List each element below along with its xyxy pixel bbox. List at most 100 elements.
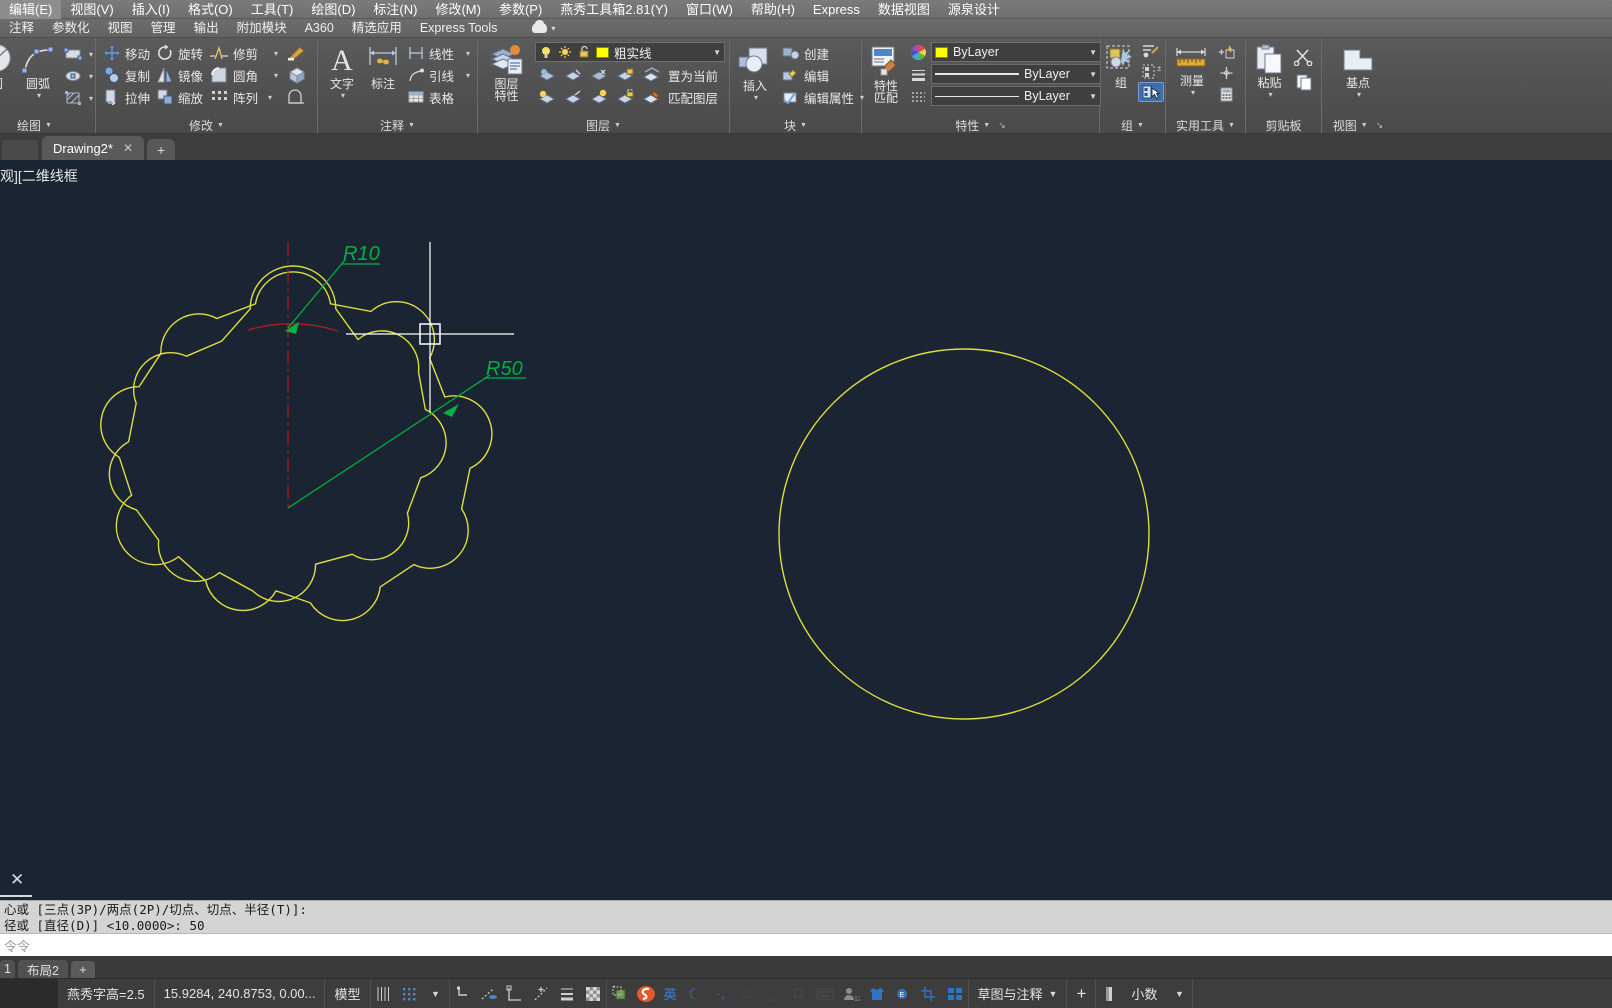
polar-tracking-icon[interactable] [476,979,502,1008]
annotation-scale-icon[interactable] [1096,979,1122,1008]
3d-array-button[interactable] [283,64,311,86]
chevron-down-icon[interactable]: ▼ [423,979,449,1008]
layer-color-swatch[interactable] [596,46,609,58]
match-layer-icon[interactable] [642,89,661,106]
ime-symbol-icon[interactable]: Ω [786,979,812,1008]
array-button[interactable]: 阵列 ▾ [206,86,281,108]
menu-data-view[interactable]: 数据视图 [869,0,939,19]
ime-punctuation-icon[interactable]: ·, [708,979,734,1008]
set-current-label[interactable]: 置为当前 [668,66,718,85]
layout-tab-model[interactable]: 1 [0,960,15,978]
edit-block-button[interactable]: 编辑 [778,64,867,86]
chevron-down-icon[interactable]: ▼ [614,122,621,129]
color-selector[interactable]: ByLayer ▼ [931,42,1101,62]
menu-express[interactable]: Express [804,0,869,19]
menu-edit[interactable]: 编辑(E) [0,0,62,19]
new-layout-button[interactable]: + [70,961,95,978]
rectangle-button[interactable]: ▾ [60,43,96,65]
object-snap-tracking-icon[interactable] [528,979,554,1008]
sogou-input-icon[interactable] [633,979,659,1008]
layer-unisolate-icon[interactable] [590,89,609,106]
panel-dialog-launcher[interactable]: ↘ [998,120,1006,131]
menu-insert[interactable]: 插入(I) [123,0,179,19]
chevron-down-icon[interactable]: ▼ [1089,70,1097,79]
point-id-button[interactable] [1214,63,1239,83]
chevron-down-icon[interactable]: ▾ [1268,90,1272,99]
color-wheel-icon[interactable] [910,44,927,61]
customize-status-bar-button[interactable]: + [1067,978,1097,1008]
layer-off-icon[interactable] [590,67,609,84]
chevron-down-icon[interactable]: ▼ [1089,92,1097,101]
text-button[interactable]: A 文字 ▾ [322,42,362,101]
drawing-canvas[interactable]: 观][二维线框 R10 R50 [0,160,1612,889]
chevron-down-icon[interactable]: ▼ [1137,122,1144,129]
close-icon[interactable]: ✕ [123,141,133,155]
chevron-down-icon[interactable]: ▾ [466,71,470,80]
ribbon-tab-featured-apps[interactable]: 精选应用 [343,19,411,38]
layer-on-icon[interactable] [539,45,553,59]
trim-button[interactable]: 修剪 ▾ [206,42,281,64]
edit-attributes-button[interactable]: 编辑属性 ▾ [778,86,867,108]
ime-crop-icon[interactable] [916,979,942,1008]
ime-language-indicator[interactable]: 英 [659,979,682,1008]
ime-apps-icon[interactable] [942,979,968,1008]
chevron-down-icon[interactable]: ▾ [274,49,278,58]
chevron-down-icon[interactable]: ▼ [217,122,224,129]
ime-keyboard-icon[interactable] [812,979,838,1008]
calculator-button[interactable] [1214,84,1239,104]
ribbon-tab-a360[interactable]: A360 [296,19,343,38]
ime-emoji-icon[interactable]: ☺ [734,979,760,1008]
chevron-down-icon[interactable]: ▼ [45,122,52,129]
circle[interactable] [778,348,1150,720]
insert-block-button[interactable]: 插入 ▾ [734,44,776,103]
move-button[interactable]: 移动 [100,42,153,64]
fillet-button[interactable]: 圆角 ▾ [206,64,281,86]
chevron-down-icon[interactable]: ▾ [37,91,41,100]
circle-button[interactable]: 圆 ▾ [0,42,16,101]
ribbon-tab-view[interactable]: 视图 [99,19,142,38]
menu-help[interactable]: 帮助(H) [742,0,804,19]
copy-clip-button[interactable] [1291,71,1317,93]
radius-dimension-r50[interactable]: R50 [287,358,526,509]
ime-moon-icon[interactable]: ☾ [682,979,708,1008]
panel-dialog-launcher[interactable]: ↘ [1376,120,1384,131]
chevron-down-icon[interactable]: ▼ [1228,122,1235,129]
group-edit-button[interactable]: ± [1138,62,1164,81]
ungroup-button[interactable] [1138,42,1164,61]
chevron-down-icon[interactable]: ▼ [1361,122,1368,129]
layer-unlock-icon[interactable] [577,45,591,59]
ribbon-tab-annotate[interactable]: 注释 [0,19,43,38]
match-properties-button[interactable]: 特性 匹配 [866,44,906,105]
selection-cycling-icon[interactable] [607,979,633,1008]
layer-isolate-icon[interactable] [538,67,557,84]
chevron-down-icon[interactable]: ▼ [983,122,990,129]
units-indicator[interactable]: 小数 [1122,979,1166,1008]
create-block-button[interactable]: 创建 [778,42,867,64]
file-tab-drawing2[interactable]: Drawing2* ✕ [42,136,145,160]
autodesk-cloud-button[interactable]: ▾ [532,20,555,33]
stretch-button[interactable]: 拉伸 [100,86,153,108]
layout-tab-layout2[interactable]: 布局2 [17,960,68,978]
chevron-down-icon[interactable]: ▾ [466,49,470,58]
ribbon-tab-express-tools[interactable]: Express Tools [411,19,507,38]
ellipse-button[interactable]: ▾ [60,65,96,87]
ortho-mode-icon[interactable] [450,979,476,1008]
chevron-down-icon[interactable]: ▼ [408,122,415,129]
ime-skin-icon[interactable] [864,979,890,1008]
arc-button[interactable]: 圆弧 ▾ [18,42,58,101]
group-selection-toggle[interactable] [1138,82,1164,102]
paste-button[interactable]: 粘贴 ▾ [1250,43,1289,100]
layer-thaw-icon[interactable] [558,45,572,59]
group-button[interactable]: 组 [1104,43,1138,91]
linear-dimension-button[interactable]: 线性 ▾ [404,42,473,64]
chevron-down-icon[interactable]: ▾ [89,72,93,81]
explode-or-brush-button[interactable] [283,42,311,64]
layer-selector[interactable]: 粗实线 ▼ [535,42,725,62]
radius-dimension-r10[interactable]: R10 [285,243,380,334]
linetype-icon[interactable] [910,88,927,105]
menu-tools[interactable]: 工具(T) [242,0,303,19]
menu-modify[interactable]: 修改(M) [426,0,490,19]
ribbon-tab-output[interactable]: 输出 [185,19,228,38]
object-snap-icon[interactable] [502,979,528,1008]
ime-user-icon[interactable]: 12 [838,979,864,1008]
